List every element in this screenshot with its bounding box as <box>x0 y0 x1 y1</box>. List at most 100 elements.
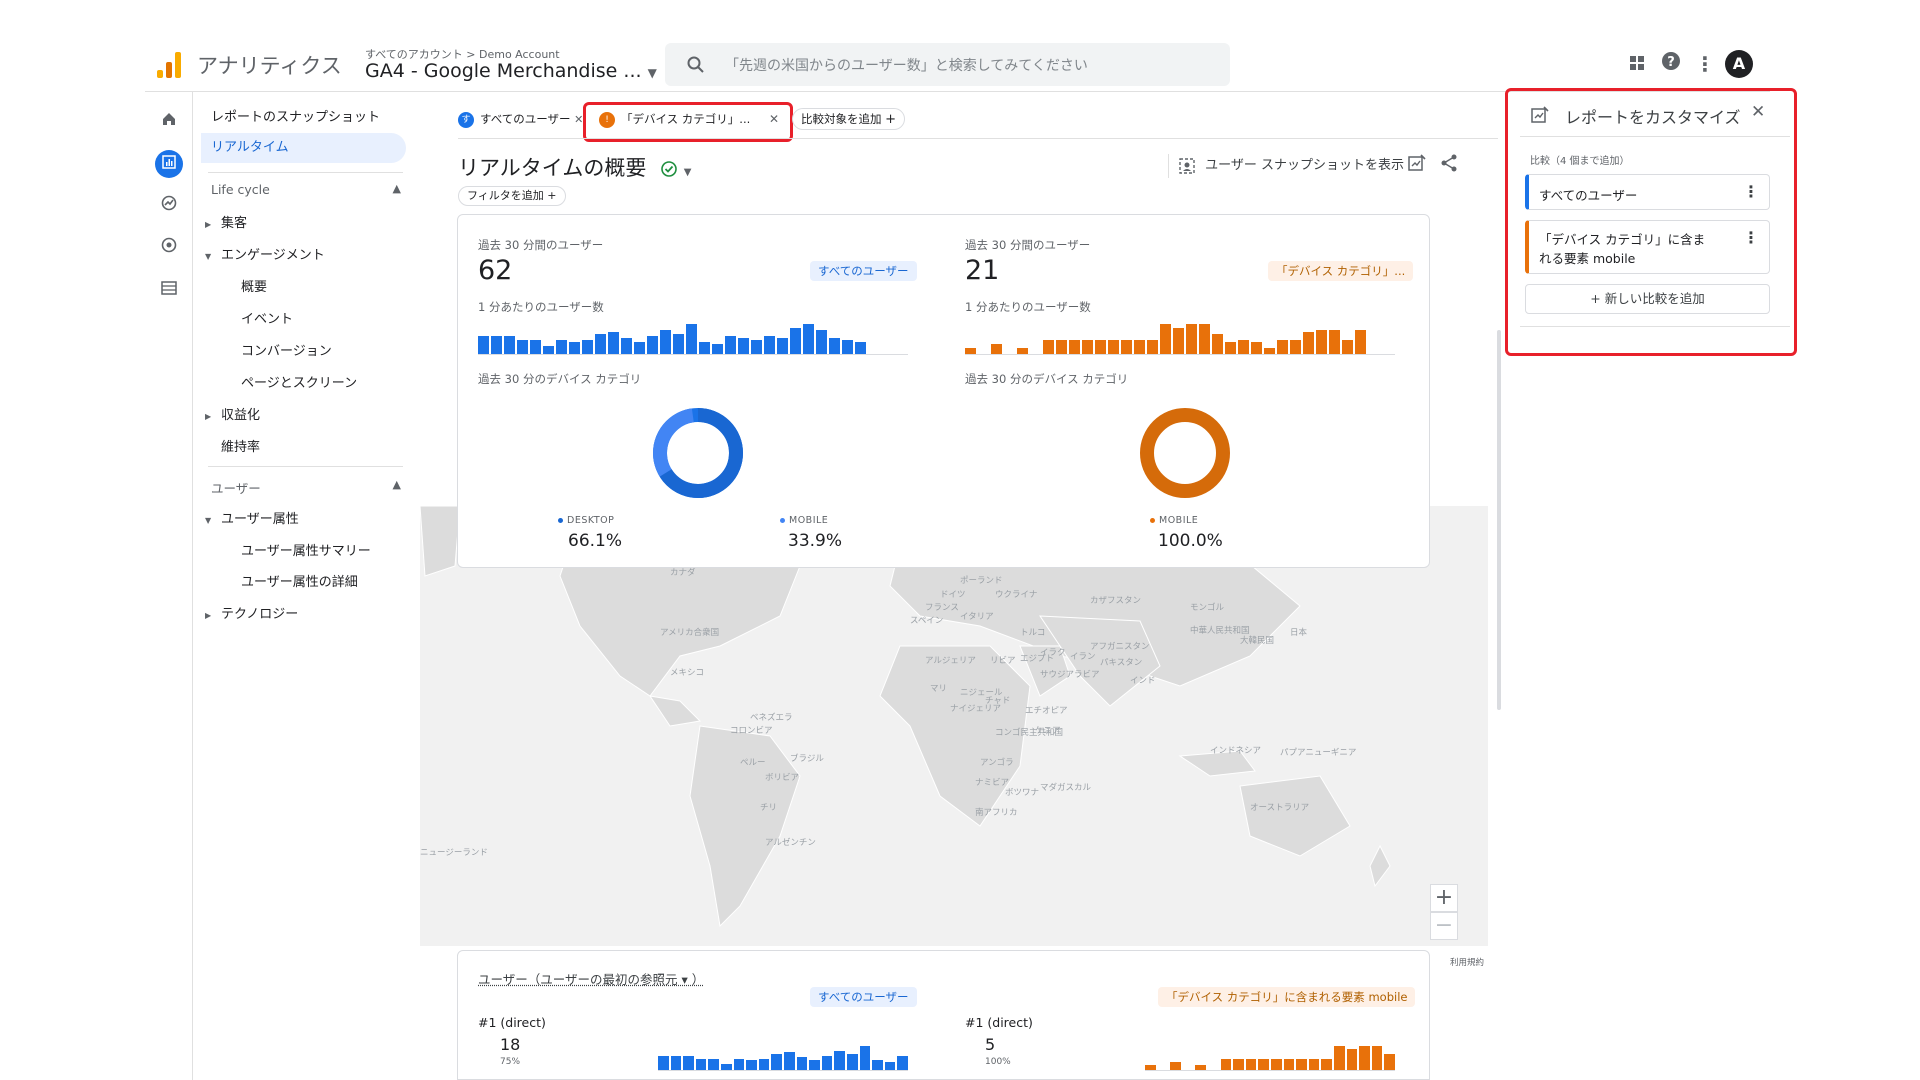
per-minute-bar <box>1303 332 1314 354</box>
more-vert-icon[interactable]: ⋮ <box>1691 50 1719 78</box>
more-vert-icon[interactable]: ⋮ <box>1743 182 1759 201</box>
per-minute-bar <box>1212 334 1223 354</box>
close-panel-icon[interactable]: ✕ <box>1751 102 1765 122</box>
nav-realtime[interactable]: リアルタイム <box>201 133 406 163</box>
plus-icon: + <box>547 189 557 202</box>
chip-all-users-label: すべてのユーザー <box>480 112 571 126</box>
comparison-item-all-users[interactable]: すべてのユーザー ⋮ <box>1525 174 1770 210</box>
account-avatar[interactable]: A <box>1725 50 1753 78</box>
verified-check-icon[interactable] <box>661 161 677 177</box>
per-minute-bar <box>991 344 1002 354</box>
add-comparison-label: 比較対象を追加 <box>801 112 882 126</box>
per-minute-bar <box>846 1054 858 1070</box>
per-minute-bar <box>1145 1065 1156 1070</box>
nav-user-attributes-detail[interactable]: ユーザー属性の詳細 <box>241 571 358 590</box>
per-minute-bar <box>608 332 619 354</box>
share-icon[interactable] <box>1440 154 1462 176</box>
nav-engagement-overview[interactable]: 概要 <box>241 276 267 295</box>
card-title-dropdown[interactable]: ユーザー（ユーザーの最初の参照元 ▾ ） <box>478 969 704 988</box>
close-icon[interactable]: ✕ <box>769 108 779 130</box>
per-minute-bar <box>1043 340 1054 354</box>
per-minute-bar <box>647 336 658 354</box>
home-icon[interactable] <box>155 108 183 136</box>
per-minute-bar <box>621 338 632 354</box>
nav-engagement[interactable]: ▼ エンゲージメント <box>205 244 325 263</box>
reports-icon[interactable] <box>155 150 183 178</box>
nav-engagement-events[interactable]: イベント <box>241 308 293 327</box>
edit-report-icon[interactable] <box>1408 154 1430 176</box>
chip-device-label: 「デバイス カテゴリ」... <box>621 112 751 126</box>
nav-acquisition[interactable]: ▶ 集客 <box>205 212 247 231</box>
per-minute-bar <box>1277 340 1288 354</box>
segment-tag-device: 「デバイス カテゴリ」... <box>1268 261 1414 281</box>
legend-mobile-value: 100.0% <box>1158 531 1223 551</box>
add-filter-button[interactable]: フィルタを追加 + <box>458 186 566 206</box>
legend-dot <box>558 518 563 523</box>
segment-dot: す <box>458 111 474 128</box>
nav-technology[interactable]: ▶ テクノロジー <box>205 603 298 622</box>
users-per-minute-bars[interactable] <box>478 315 908 355</box>
more-vert-icon[interactable]: ⋮ <box>1743 228 1759 247</box>
report-nav: レポートのスナップショット リアルタイム Life cycle ▲ ▶ 集客 ▼ エン… <box>193 92 418 1080</box>
nav-retention[interactable]: 維持率 <box>221 436 260 455</box>
top-source-percent: 100% <box>985 1057 1011 1067</box>
apps-grid-icon[interactable] <box>1623 50 1651 78</box>
device-donut-chart[interactable] <box>1135 403 1235 503</box>
users-30min-value: 62 <box>478 255 513 286</box>
caret-down-icon: ▼ <box>205 252 212 261</box>
chip-device-category[interactable]: ! 「デバイス カテゴリ」... ✕ <box>595 108 785 130</box>
add-new-comparison-button[interactable]: + 新しい比較を追加 <box>1525 284 1770 314</box>
per-minute-bar <box>634 342 645 354</box>
add-filter-label: フィルタを追加 <box>467 189 544 202</box>
nav-user-attributes[interactable]: ▼ ユーザー属性 <box>205 508 299 527</box>
advertising-icon[interactable] <box>155 234 183 262</box>
nav-section-lifecycle[interactable]: Life cycle ▲ <box>211 182 401 197</box>
close-icon[interactable]: ✕ <box>574 113 583 126</box>
per-minute-bar <box>504 336 515 354</box>
nav-section-user[interactable]: ユーザー ▲ <box>211 478 401 497</box>
list-icon[interactable] <box>155 276 183 304</box>
nav-engagement-conversions[interactable]: コンバージョン <box>241 340 332 359</box>
view-snapshot-label: ユーザー スナップショットを表示 <box>1205 158 1405 173</box>
nav-monetization[interactable]: ▶ 収益化 <box>205 404 260 423</box>
add-comparison-button[interactable]: 比較対象を追加 + <box>792 108 906 130</box>
plus-icon: + <box>885 112 897 127</box>
realtime-summary-card: 過去 30 分間のユーザー 62 すべてのユーザー 1 分あたりのユーザー数 過… <box>457 214 1430 568</box>
legend-mobile-label: MOBILE <box>1159 515 1199 526</box>
nav-user-attributes-label: ユーザー属性 <box>221 512 299 527</box>
source-trend-bars[interactable] <box>658 1039 908 1071</box>
per-minute-bar <box>1238 340 1249 354</box>
per-minute-bar <box>725 336 736 354</box>
nav-user-attributes-summary[interactable]: ユーザー属性サマリー <box>241 540 371 559</box>
dropdown-icon[interactable]: ▼ <box>684 167 692 178</box>
comparison-item-label: れる要素 mobile <box>1539 251 1636 266</box>
nav-engagement-pages[interactable]: ページとスクリーン <box>241 372 357 391</box>
chip-all-users[interactable]: すすべてのユーザー ✕ <box>458 108 589 130</box>
per-minute-bar <box>1342 340 1353 354</box>
page-scrollbar[interactable] <box>1497 330 1501 710</box>
per-minute-bar <box>569 342 580 354</box>
view-snapshot-button[interactable]: ユーザー スナップショットを表示 <box>1168 154 1404 178</box>
per-minute-bar <box>1316 330 1327 354</box>
per-minute-bar <box>1321 1059 1332 1070</box>
source-trend-bars[interactable] <box>1145 1039 1395 1071</box>
per-minute-bar <box>758 1059 770 1070</box>
explore-icon[interactable] <box>155 192 183 220</box>
legend-desktop-value: 66.1% <box>568 531 623 551</box>
segment-tag-device: 「デバイス カテゴリ」に含まれる要素 mobile <box>1158 987 1416 1007</box>
users-per-minute-bars[interactable] <box>965 315 1395 355</box>
device-donut-chart[interactable] <box>648 403 748 503</box>
per-minute-bar <box>790 328 801 354</box>
property-selector[interactable]: GA4 - Google Merchandise ... ▼ <box>365 60 657 82</box>
help-icon[interactable]: ? <box>1657 50 1685 78</box>
comparison-item-device[interactable]: 「デバイス カテゴリ」に含ま れる要素 mobile ⋮ <box>1525 220 1770 274</box>
per-minute-bar <box>517 340 528 354</box>
divider <box>1520 136 1790 137</box>
per-minute-bar <box>683 1056 694 1070</box>
per-minute-bar <box>1017 348 1028 354</box>
top-source-rank: #1 (direct) <box>965 1015 1033 1030</box>
search-bar[interactable]: 「先週の米国からのユーザー数」と検索してみてください <box>665 43 1230 86</box>
per-minute-bar <box>1069 340 1080 354</box>
per-minute-bar <box>686 324 697 354</box>
nav-report-snapshot[interactable]: レポートのスナップショット <box>211 106 380 125</box>
